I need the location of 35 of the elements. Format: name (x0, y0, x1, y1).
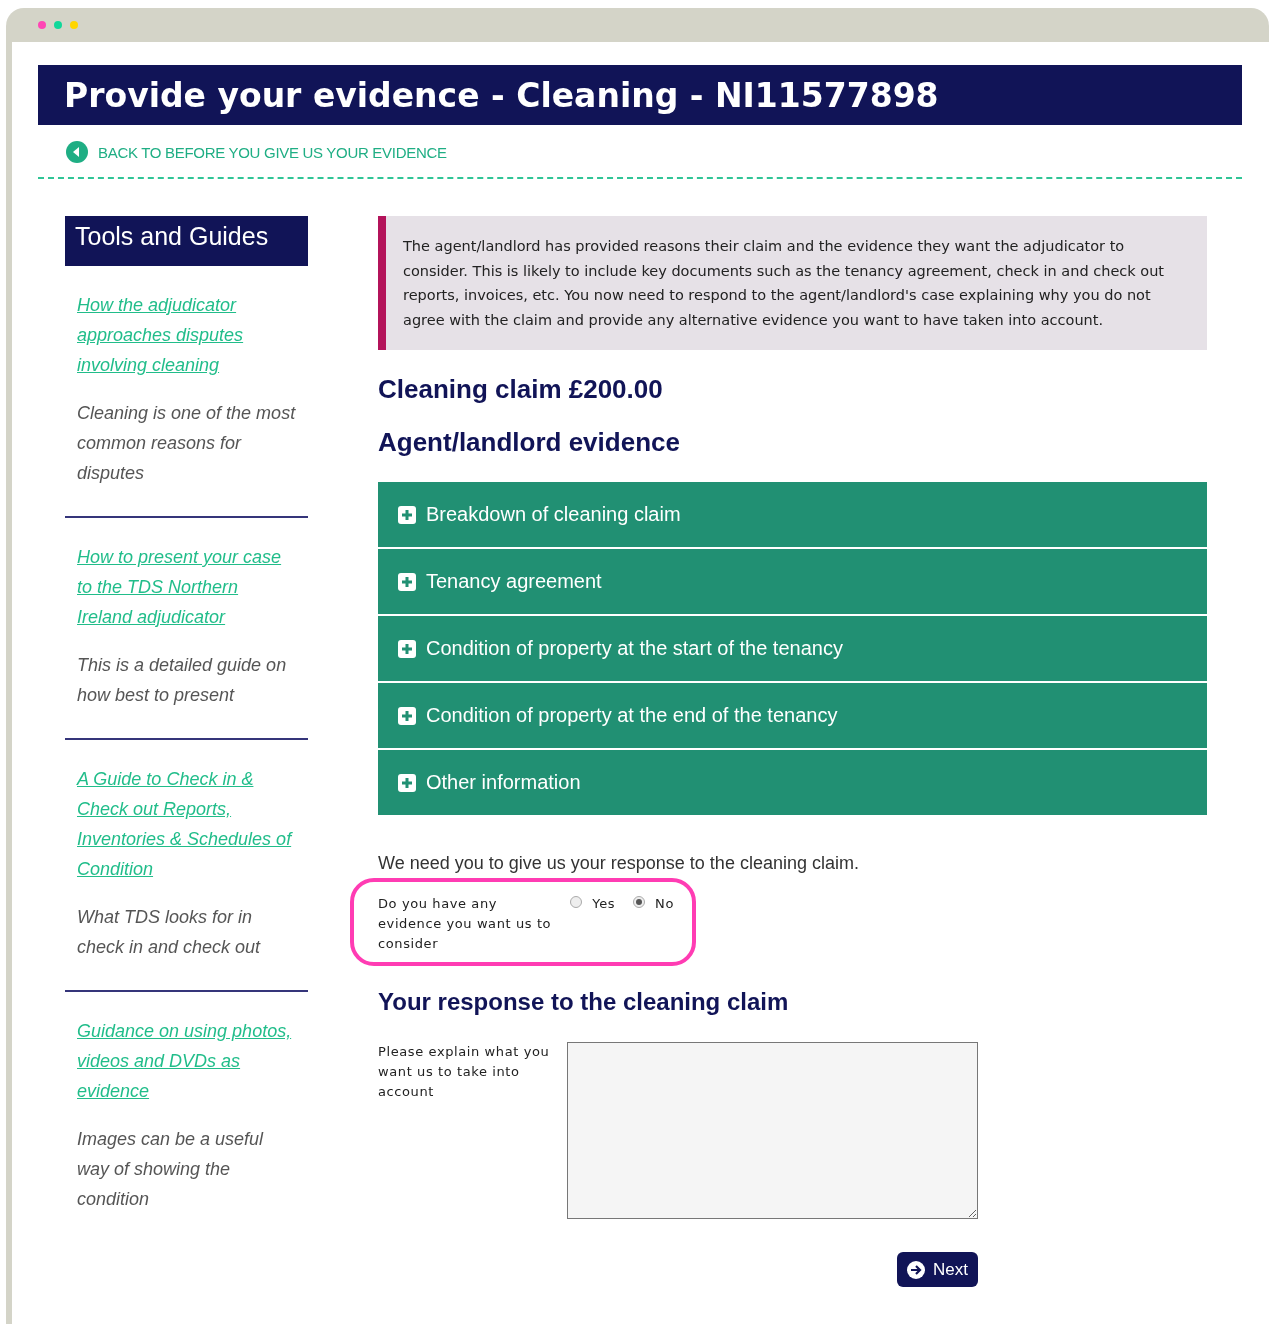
radio-button[interactable] (570, 896, 583, 908)
plus-icon (398, 706, 416, 725)
back-icon[interactable] (66, 141, 88, 163)
guide-description: This is a detailed guide on how best to present (77, 654, 288, 707)
claim-heading: Cleaning claim £200.00 (378, 374, 664, 405)
plus-icon (398, 572, 416, 591)
notice: The agent/landlord has provided reasons their claim and the evidence they want the adjudicator to consider. This is likely to include key documents such as the tenancy agreement, check in and check out reports, invoices, etc. You now need to respond to the agent/landlord's case explaining why you do not agree with the claim and provide any alternative evidence you want to have taken into account. (378, 216, 1207, 350)
back-link[interactable]: BACK TO BEFORE YOU GIVE US YOUR EVIDENCE (98, 143, 447, 161)
response-field[interactable] (567, 1042, 978, 1219)
field-label: Please explain what you want us to take into account (378, 1043, 551, 1101)
guide-description: Images can be a useful way of showing the condition (77, 1128, 265, 1211)
guide-description: What TDS looks for in check in and check out (77, 906, 262, 959)
plus-icon (398, 505, 416, 524)
question-label: Do you have any evidence you want us to consider (378, 895, 553, 953)
guide-link[interactable]: A Guide to Check in & Check out Reports, Inventories & Schedules of Condition (77, 764, 296, 884)
next-button[interactable]: Next (897, 1252, 978, 1287)
guide-link[interactable]: How to present your case to the TDS Northern Ireland adjudicator (77, 542, 296, 632)
guide-description: Cleaning is one of the most common reasons for disputes (77, 402, 296, 485)
intro-text: We need you to give us your response to the cleaning claim. (378, 853, 860, 874)
accordion-header[interactable]: Tenancy agreement (378, 549, 1207, 614)
guide-link[interactable]: How the adjudicator approaches disputes involving cleaning (77, 290, 296, 380)
accordion-header[interactable]: Other information (378, 750, 1207, 815)
plus-icon (398, 773, 416, 792)
accordion-header[interactable]: Breakdown of cleaning claim (378, 482, 1207, 547)
section-heading: Your response to the cleaning claim (378, 988, 790, 1016)
radio-label: Yes (592, 895, 616, 913)
accordion-header[interactable]: Condition of property at the start of the tenancy (378, 616, 1207, 681)
section-heading: Agent/landlord evidence (378, 427, 681, 458)
plus-icon (398, 639, 416, 658)
accordion-header[interactable]: Condition of property at the end of the tenancy (378, 683, 1207, 748)
sidebar-title: Tools and Guides (65, 216, 308, 266)
page-title: Provide your evidence - Cleaning - NI11577898 (38, 65, 1242, 125)
guide-link[interactable]: Guidance on using photos, videos and DVDs as evidence (77, 1016, 296, 1106)
radio-label: No (655, 895, 674, 913)
radio-button[interactable] (633, 896, 646, 908)
